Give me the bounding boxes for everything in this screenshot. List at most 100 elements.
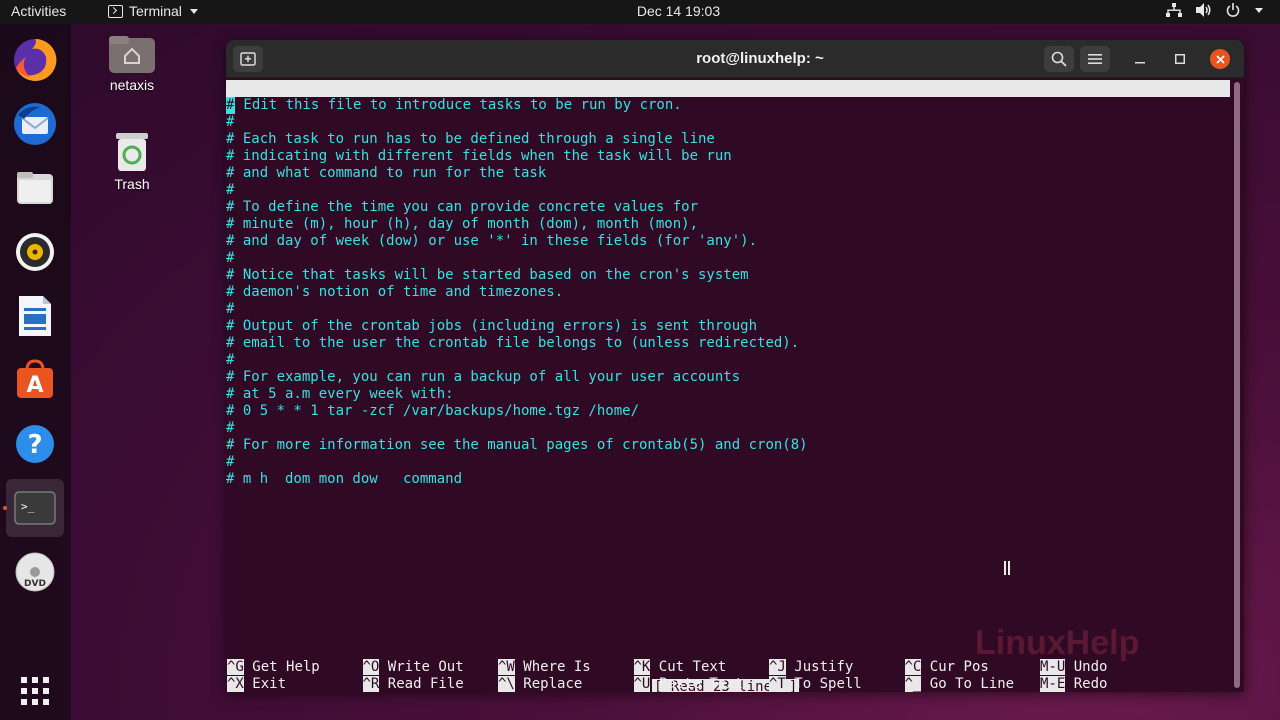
minimize-button[interactable] [1130, 46, 1150, 72]
running-indicator [3, 506, 7, 510]
dock: A ? >_ DVD [0, 24, 71, 720]
search-button[interactable] [1044, 46, 1074, 72]
shortcut-label: Read File [387, 676, 464, 692]
system-tray[interactable] [1166, 3, 1264, 17]
shortcut-label: Exit [252, 676, 287, 692]
desktop-icon-trash[interactable]: Trash [92, 131, 172, 192]
shortcut-item: ^G Get Help [227, 659, 320, 676]
thunderbird-icon [14, 103, 56, 145]
dock-terminal[interactable]: >_ [6, 479, 64, 537]
desktop-icon-label: netaxis [109, 77, 155, 93]
editor-line: # Each task to run has to be defined thr… [226, 131, 715, 147]
help-icon: ? [16, 425, 54, 463]
desktop-icon-label: Trash [114, 176, 150, 192]
text-cursor: # [226, 97, 235, 114]
editor-line-text: Edit this file to introduce tasks to be … [235, 97, 682, 113]
shortcut-key: ^_ [904, 676, 922, 692]
editor-line: # [226, 420, 235, 436]
power-icon [1226, 3, 1240, 17]
editor-line: # For example, you can run a backup of a… [226, 369, 741, 385]
dock-help[interactable]: ? [6, 415, 64, 473]
shortcut-label: To Spell [794, 676, 862, 692]
shortcut-key: ^X [227, 676, 244, 692]
shortcut-item: ^U Paste Text [633, 676, 744, 692]
shortcut-label: Justify [794, 659, 854, 675]
shortcut-label: Where Is [523, 659, 591, 675]
dock-software[interactable]: A [6, 351, 64, 409]
editor-line: # and day of week (dow) or use '*' in th… [226, 233, 758, 249]
text-cursor-icon [1004, 561, 1010, 575]
editor-line: # email to the user the crontab file bel… [226, 335, 800, 351]
shortcut-item: ^T To Spell [769, 676, 862, 692]
shortcut-item: M-E Redo [1040, 676, 1107, 692]
shortcut-key: ^W [498, 659, 515, 675]
top-bar: Activities Terminal Dec 14 19:03 [0, 0, 1280, 24]
trash-icon [116, 133, 148, 171]
shortcut-label: Redo [1073, 676, 1108, 692]
shortcut-item: ^J Justify [769, 659, 853, 676]
chevron-down-icon [1255, 8, 1263, 13]
search-icon [1051, 51, 1067, 67]
firefox-icon [14, 38, 57, 81]
dock-firefox[interactable] [6, 31, 64, 89]
editor-line: # Output of the crontab jobs (including … [226, 318, 758, 334]
software-icon: A [17, 359, 53, 398]
shortcut-key: ^R [362, 676, 380, 692]
shortcut-key: ^K [633, 659, 651, 675]
editor-line: # indicating with different fields when … [226, 148, 732, 164]
terminal-content[interactable]: GNU nano 4.8 /tmp/crontab.WGKEaD/crontab… [226, 78, 1244, 692]
editor-line: # [226, 352, 235, 368]
home-folder-icon [109, 36, 155, 73]
clock[interactable]: Dec 14 19:03 [0, 3, 1280, 19]
dock-libreoffice-writer[interactable] [6, 287, 64, 345]
shortcut-key: M-E [1040, 676, 1066, 692]
shortcut-label: Paste Text [658, 676, 744, 692]
shortcut-item: ^O Write Out [362, 659, 464, 676]
scrollbar[interactable] [1234, 82, 1240, 688]
dock-files[interactable] [6, 159, 64, 217]
editor-line: # [226, 454, 235, 470]
hamburger-menu-icon [1088, 54, 1102, 64]
svg-text:DVD: DVD [24, 579, 46, 589]
rhythmbox-icon [16, 233, 54, 271]
shortcut-item: ^K Cut Text [633, 659, 727, 676]
shortcut-key: ^C [904, 659, 922, 675]
show-applications-button[interactable] [6, 662, 64, 720]
dock-rhythmbox[interactable] [6, 223, 64, 281]
editor-line: # Edit this file to introduce tasks to b… [226, 97, 682, 114]
editor-line: # m h dom mon dow command [226, 471, 463, 487]
dock-dvd[interactable]: DVD [6, 543, 64, 601]
editor-line: # at 5 a.m every week with: [226, 386, 454, 402]
window-titlebar[interactable]: root@linuxhelp: ~ [226, 40, 1244, 78]
close-button[interactable] [1210, 49, 1230, 69]
svg-text:?: ? [27, 430, 42, 460]
svg-text:>_: >_ [21, 500, 35, 513]
close-icon [1215, 54, 1225, 64]
shortcut-key: ^\ [498, 676, 515, 692]
scrollbar-thumb[interactable] [1234, 82, 1240, 688]
editor-line: # minute (m), hour (h), day of month (do… [226, 216, 699, 232]
nano-header: GNU nano 4.8 /tmp/crontab.WGKEaD/crontab [226, 80, 1230, 130]
editor-line: # [226, 301, 235, 317]
desktop-icon-home[interactable]: netaxis [92, 34, 172, 93]
shortcut-key: ^J [769, 659, 786, 675]
editor-line: # [226, 114, 235, 130]
shortcut-item: ^R Read File [362, 676, 464, 692]
shortcut-item: ^X Exit [227, 676, 286, 692]
terminal-window[interactable]: root@linuxhelp: ~ GNU nano 4.8 /tmp/cron… [226, 40, 1244, 692]
dock-thunderbird[interactable] [6, 95, 64, 153]
editor-line: # [226, 250, 235, 266]
shortcut-key: ^O [362, 659, 380, 675]
editor-line: # Notice that tasks will be started base… [226, 267, 749, 283]
shortcut-label: Cut Text [658, 659, 727, 675]
editor-line: # and what command to run for the task [226, 165, 547, 181]
shortcut-item: ^\ Replace [498, 676, 582, 692]
shortcut-label: Replace [523, 676, 583, 692]
minimize-icon [1135, 62, 1145, 64]
menu-button[interactable] [1080, 46, 1110, 72]
svg-text:A: A [26, 373, 43, 398]
shortcut-key: ^T [769, 676, 786, 692]
network-icon [1166, 3, 1182, 17]
editor-line: # 0 5 * * 1 tar -zcf /var/backups/home.t… [226, 403, 640, 419]
maximize-button[interactable] [1170, 46, 1190, 72]
